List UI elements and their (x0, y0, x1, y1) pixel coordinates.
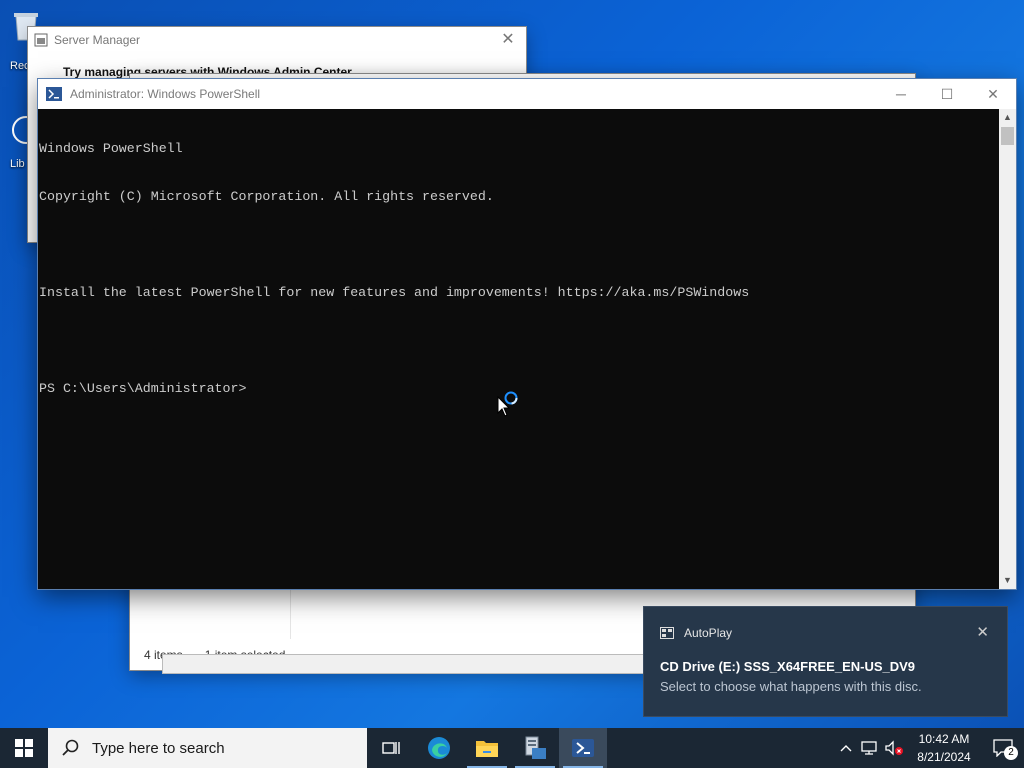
autoplay-notification[interactable]: AutoPlay ✕ CD Drive (E:) SSS_X64FREE_EN-… (644, 607, 1007, 716)
scroll-thumb[interactable] (1001, 127, 1014, 145)
close-button[interactable]: ✕ (496, 29, 520, 51)
scroll-down-icon[interactable]: ▼ (999, 572, 1016, 589)
search-box[interactable]: Type here to search (48, 728, 367, 768)
server-manager-titlebar[interactable]: Server Manager (28, 27, 526, 53)
clock-time: 10:42 AM (918, 732, 970, 746)
minimize-button[interactable]: ─ (878, 79, 924, 109)
clock[interactable]: 10:42 AM 8/21/2024 (912, 730, 976, 766)
vertical-scrollbar[interactable]: ▲ ▼ (999, 109, 1016, 589)
volume-muted-icon (885, 740, 903, 756)
desktop-icon-label: Rec (10, 60, 30, 72)
server-manager-icon (34, 33, 48, 47)
powershell-titlebar[interactable]: Administrator: Windows PowerShell (38, 79, 1016, 109)
toast-app-name: AutoPlay (684, 626, 733, 640)
network-button[interactable] (858, 728, 882, 768)
toast-message: Select to choose what happens with this … (660, 679, 922, 694)
desktop-icon-label: Lib (10, 158, 25, 170)
toast-title: CD Drive (E:) SSS_X64FREE_EN-US_DV9 (660, 659, 916, 674)
busy-cursor-icon (497, 391, 518, 417)
console-output[interactable]: Windows PowerShell Copyright (C) Microso… (39, 109, 999, 588)
window-title: Server Manager (54, 33, 141, 47)
powershell-icon (46, 87, 62, 101)
scroll-up-icon[interactable]: ▲ (999, 109, 1016, 126)
system-tray: 10:42 AM 8/21/2024 2 (834, 728, 1024, 768)
taskbar: Type here to search 10:42 AM 8/21/2024 2 (0, 728, 1024, 768)
start-button[interactable] (0, 728, 48, 768)
action-center-button[interactable]: 2 (982, 728, 1024, 768)
powershell-window[interactable]: Administrator: Windows PowerShell ─ ☐ ✕ … (38, 79, 1016, 589)
server-manager-button[interactable] (511, 728, 559, 768)
server-manager-icon (525, 736, 546, 759)
file-explorer-button[interactable] (463, 728, 511, 768)
close-button[interactable]: ✕ (970, 79, 1016, 109)
divider (290, 589, 291, 639)
console-line: Windows PowerShell (39, 141, 183, 156)
windows-logo-icon (15, 739, 33, 757)
search-icon (62, 739, 79, 756)
notification-badge: 2 (1004, 746, 1018, 760)
volume-button[interactable] (882, 728, 906, 768)
console-line: Install the latest PowerShell for new fe… (39, 285, 750, 300)
search-placeholder: Type here to search (92, 739, 225, 757)
network-icon (861, 741, 877, 755)
toast-header: AutoPlay (660, 626, 732, 640)
close-icon[interactable]: ✕ (976, 623, 989, 641)
edge-button[interactable] (415, 728, 463, 768)
autoplay-icon (660, 627, 674, 639)
maximize-button[interactable]: ☐ (924, 79, 970, 109)
task-view-icon (382, 742, 400, 754)
powershell-icon (572, 739, 594, 757)
task-view-button[interactable] (367, 728, 415, 768)
clock-date: 8/21/2024 (917, 750, 971, 764)
chevron-up-icon (840, 745, 852, 752)
file-explorer-icon (476, 741, 498, 757)
console-line: Copyright (C) Microsoft Corporation. All… (39, 189, 494, 204)
powershell-taskbar-button[interactable] (559, 728, 607, 768)
show-hidden-icons-button[interactable] (834, 728, 858, 768)
window-controls: ─ ☐ ✕ (878, 79, 1016, 109)
window-title: Administrator: Windows PowerShell (70, 87, 261, 101)
edge-icon (428, 737, 450, 759)
